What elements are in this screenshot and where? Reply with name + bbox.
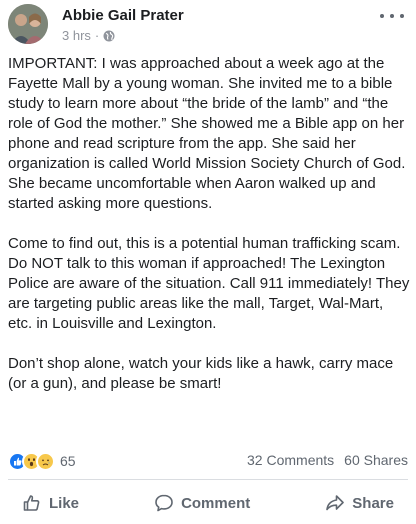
avatar[interactable] bbox=[8, 4, 48, 44]
reaction-count: 65 bbox=[60, 453, 76, 469]
post-paragraph: IMPORTANT: I was approached about a week… bbox=[8, 55, 406, 212]
more-dot bbox=[400, 14, 404, 18]
sad-reaction-icon bbox=[36, 451, 55, 471]
comments-count[interactable]: 32 Comments bbox=[247, 452, 334, 468]
meta-separator: · bbox=[94, 28, 100, 43]
shares-count[interactable]: 60 Shares bbox=[344, 452, 408, 468]
like-button[interactable]: Like bbox=[8, 489, 93, 517]
post-meta: 3 hrs · bbox=[62, 28, 115, 43]
globe-icon bbox=[103, 30, 115, 42]
post-timestamp[interactable]: 3 hrs bbox=[62, 28, 91, 43]
more-dot bbox=[380, 14, 384, 18]
more-options-icon[interactable] bbox=[380, 8, 404, 24]
author-name[interactable]: Abbie Gail Prater bbox=[62, 7, 184, 24]
post-actions: Like Comment Share bbox=[8, 486, 408, 520]
facebook-post: Abbie Gail Prater 3 hrs · IMPORTANT: I w… bbox=[0, 0, 416, 524]
post-paragraph: Come to find out, this is a potential hu… bbox=[8, 235, 410, 332]
like-label: Like bbox=[49, 494, 80, 512]
comment-label: Comment bbox=[181, 494, 251, 512]
post-paragraph: Don’t shop alone, watch your kids like a… bbox=[8, 355, 394, 392]
comment-button[interactable]: Comment bbox=[140, 489, 264, 517]
thumbs-up-icon bbox=[23, 495, 40, 511]
speech-bubble-icon bbox=[155, 494, 173, 512]
more-dot bbox=[390, 14, 394, 18]
engagement-counts: 32 Comments 60 Shares bbox=[247, 452, 408, 468]
share-arrow-icon bbox=[326, 495, 345, 511]
divider bbox=[8, 479, 408, 480]
post-body: IMPORTANT: I was approached about a week… bbox=[8, 54, 410, 394]
post-stats: 65 32 Comments 60 Shares bbox=[8, 451, 408, 473]
share-button[interactable]: Share bbox=[311, 489, 408, 517]
share-label: Share bbox=[352, 494, 394, 512]
post-header: Abbie Gail Prater 3 hrs · bbox=[8, 4, 408, 48]
reactions-summary[interactable]: 65 bbox=[8, 451, 76, 471]
